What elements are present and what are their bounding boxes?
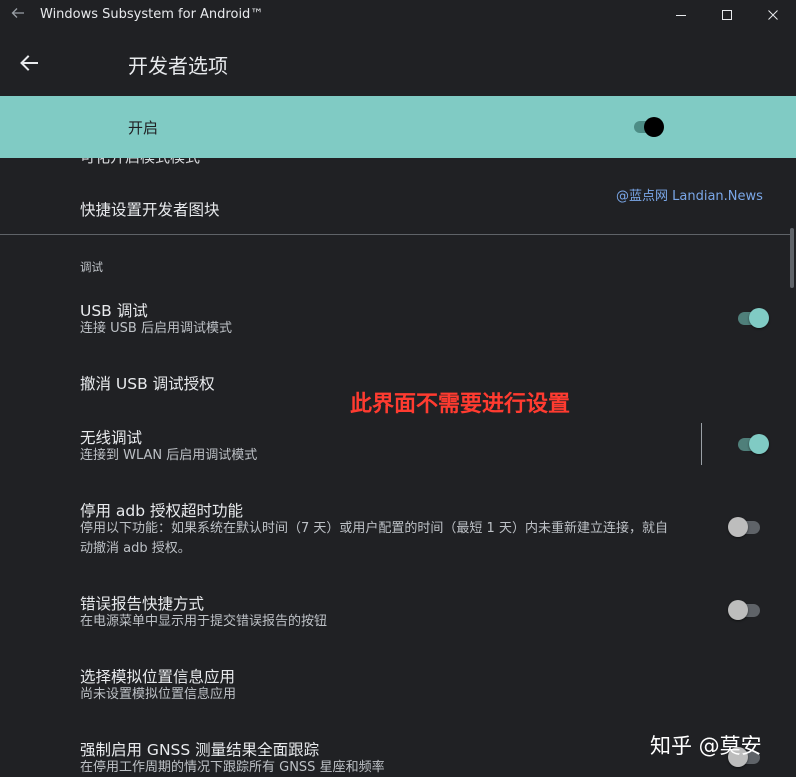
pref-summary: 在停用工作周期的情况下跟踪所有 GNSS 星座和频率: [80, 760, 385, 775]
pref-summary: 连接 USB 后启用调试模式: [80, 321, 232, 336]
annotation-text: 此界面不需要进行设置: [350, 392, 571, 417]
pref-summary: 尚未设置模拟位置信息应用: [80, 687, 237, 702]
switch-thumb: [749, 308, 769, 328]
pref-title: 错误报告快捷方式: [80, 595, 205, 613]
pref-title: 无线调试: [80, 429, 143, 447]
pref-title: 选择模拟位置信息应用: [80, 668, 236, 686]
section-divider: [0, 234, 792, 235]
switch-thumb: [749, 434, 769, 454]
watermark-bottom: 知乎 @莫安: [650, 734, 762, 758]
window-titlebar: Windows Subsystem for Android™: [0, 0, 796, 30]
section-header-debug: 调试: [80, 260, 103, 274]
pref-title: USB 调试: [80, 302, 148, 320]
switch-thumb: [728, 517, 748, 537]
master-switch-thumb[interactable]: [644, 117, 664, 137]
scrollbar-thumb[interactable]: [790, 228, 794, 288]
maximize-icon: [721, 6, 733, 25]
master-switch-label: 开启: [128, 119, 159, 137]
pref-summary: 动撤消 adb 授权。: [80, 541, 191, 556]
pref-title: 快捷设置开发者图块: [80, 201, 220, 219]
usb-debug-switch[interactable]: [736, 307, 772, 329]
bugreport-switch[interactable]: [728, 599, 764, 621]
wireless-debug-switch[interactable]: [736, 433, 772, 455]
maximize-button[interactable]: [704, 0, 750, 30]
pref-title: 停用 adb 授权超时功能: [80, 502, 244, 520]
pref-title: 撤消 USB 调试授权: [80, 375, 215, 393]
vertical-separator: [701, 423, 702, 465]
titlebar-back-icon[interactable]: [8, 5, 28, 25]
switch-thumb: [728, 600, 748, 620]
adb-timeout-switch[interactable]: [728, 516, 764, 538]
settings-list: 可化开启模式模式 快捷设置开发者图块 @蓝点网 Landian.News 调试 …: [0, 158, 796, 777]
pref-summary: 在电源菜单中显示用于提交错误报告的按钮: [80, 614, 328, 629]
app-bar: 开发者选项: [0, 30, 796, 96]
window-title: Windows Subsystem for Android™: [40, 7, 264, 22]
pref-summary: 停用以下功能：如果系统在默认时间（7 天）或用户配置的时间（最短 1 天）内未重…: [80, 521, 668, 536]
minimize-button[interactable]: [658, 0, 704, 30]
pref-summary: 连接到 WLAN 后启用调试模式: [80, 448, 258, 463]
minimize-icon: [675, 6, 687, 25]
watermark-top: @蓝点网 Landian.News: [616, 189, 763, 204]
close-button[interactable]: [750, 0, 796, 30]
back-arrow-icon[interactable]: [16, 50, 42, 76]
master-switch-bar[interactable]: 开启: [0, 96, 796, 158]
pref-title: 强制启用 GNSS 测量结果全面跟踪: [80, 741, 320, 759]
clipped-list-item: 可化开启模式模式: [80, 158, 200, 167]
page-title: 开发者选项: [128, 54, 228, 78]
close-icon: [767, 6, 779, 25]
